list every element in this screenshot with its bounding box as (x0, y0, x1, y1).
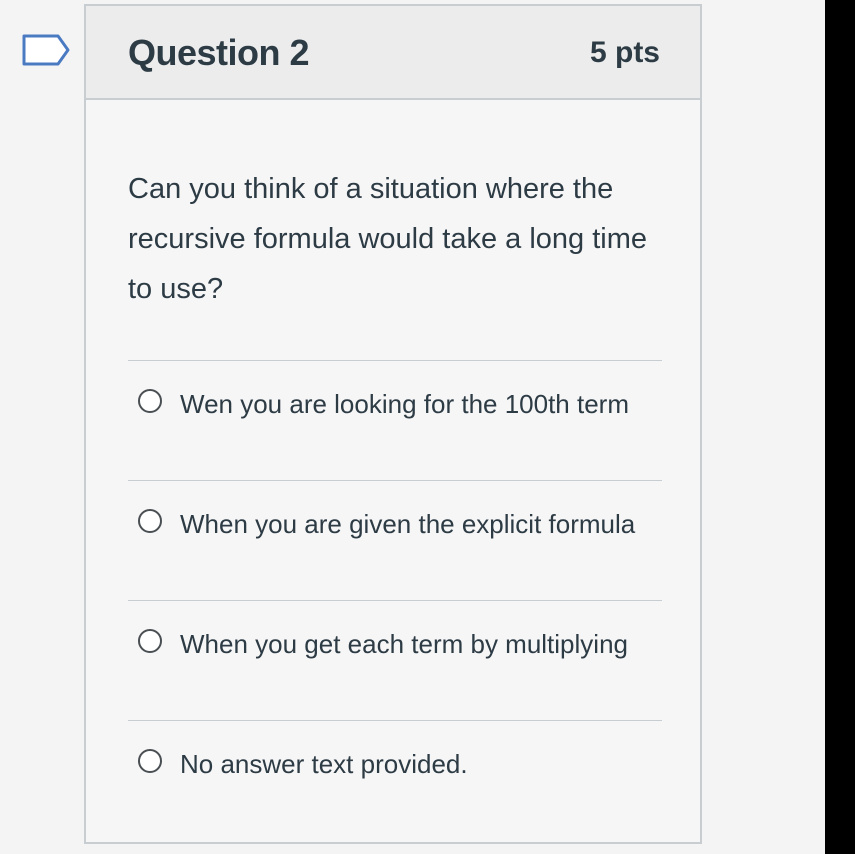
flag-question-icon[interactable] (22, 34, 70, 66)
question-card: Question 2 5 pts Can you think of a situ… (84, 4, 702, 844)
question-text: Can you think of a situation where the r… (128, 173, 648, 305)
question-header: Question 2 5 pts (86, 6, 700, 100)
answer-list: Wen you are looking for the 100th term W… (128, 360, 662, 840)
radio-button[interactable] (138, 629, 162, 653)
question-points: 5 pts (589, 36, 660, 69)
screen-edge (825, 0, 855, 854)
answer-option[interactable]: When you are given the explicit formula (128, 480, 662, 600)
radio-button[interactable] (138, 749, 162, 773)
answer-option[interactable]: When you get each term by multiplying (128, 600, 662, 720)
answer-label[interactable]: When you are given the explicit formula (180, 503, 650, 545)
answer-option[interactable]: Wen you are looking for the 100th term (128, 360, 662, 480)
radio-button[interactable] (138, 509, 162, 533)
answer-option[interactable]: No answer text provided. (128, 720, 662, 840)
answer-label[interactable]: When you get each term by multiplying (180, 623, 650, 665)
answer-label[interactable]: Wen you are looking for the 100th term (180, 383, 650, 425)
answer-label[interactable]: No answer text provided. (180, 743, 650, 785)
radio-button[interactable] (138, 389, 162, 413)
question-title: Question 2 (128, 32, 310, 73)
